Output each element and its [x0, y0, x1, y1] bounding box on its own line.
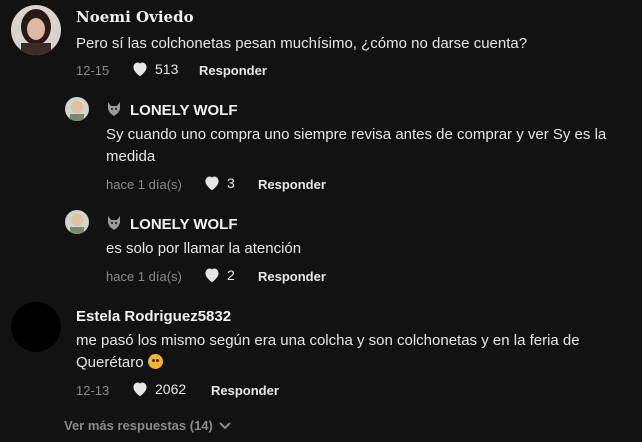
avatar-noemi[interactable]	[11, 5, 61, 55]
reply-text: Sy cuando uno compra uno siempre revisa …	[106, 126, 607, 165]
comment-date: 12-13	[76, 383, 110, 398]
avatar-lonely-wolf[interactable]	[65, 210, 89, 234]
reply-button[interactable]: Responder	[258, 177, 326, 192]
reply-date: hace 1 día(s)	[106, 177, 182, 192]
like-count: 3	[227, 175, 235, 191]
like-button[interactable]: 2062	[131, 381, 186, 397]
avatar-lonely-wolf[interactable]	[65, 97, 89, 121]
wolf-icon	[108, 102, 120, 116]
comment-author[interactable]: 𝐍oemi Oviedo	[76, 8, 194, 26]
reply-button[interactable]: Responder	[199, 63, 267, 78]
reply-text: es solo por llamar la atención	[106, 240, 302, 257]
comment-author[interactable]: Estela Rodriguez5832	[76, 308, 231, 325]
like-count: 513	[155, 61, 179, 77]
reply-button[interactable]: Responder	[211, 383, 279, 398]
like-button[interactable]: 2	[203, 267, 235, 283]
comment-text: Pero sí las colchonetas pesan muchísimo,…	[76, 35, 528, 52]
like-button[interactable]: 513	[131, 61, 178, 77]
avatar-estela[interactable]	[11, 302, 61, 352]
pleading-face-emoji	[147, 354, 163, 369]
heart-icon	[205, 176, 219, 191]
reply-date: hace 1 día(s)	[106, 269, 182, 284]
like-count: 2	[227, 267, 235, 283]
heart-icon	[133, 62, 147, 77]
comment-date: 12-15	[76, 63, 110, 78]
like-button[interactable]: 3	[203, 175, 235, 191]
chevron-down-icon	[219, 421, 231, 429]
comment-text: me pasó los mismo según era una colcha y…	[76, 332, 580, 371]
heart-icon	[205, 268, 219, 283]
view-more-replies[interactable]: Ver más respuestas (14)	[64, 418, 231, 433]
like-count: 2062	[155, 381, 187, 397]
reply-author[interactable]: LONELY WOLF	[106, 215, 238, 233]
reply-button[interactable]: Responder	[258, 269, 326, 284]
reply-author[interactable]: LONELY WOLF	[106, 101, 238, 119]
heart-icon	[133, 382, 147, 397]
wolf-icon	[108, 216, 120, 230]
